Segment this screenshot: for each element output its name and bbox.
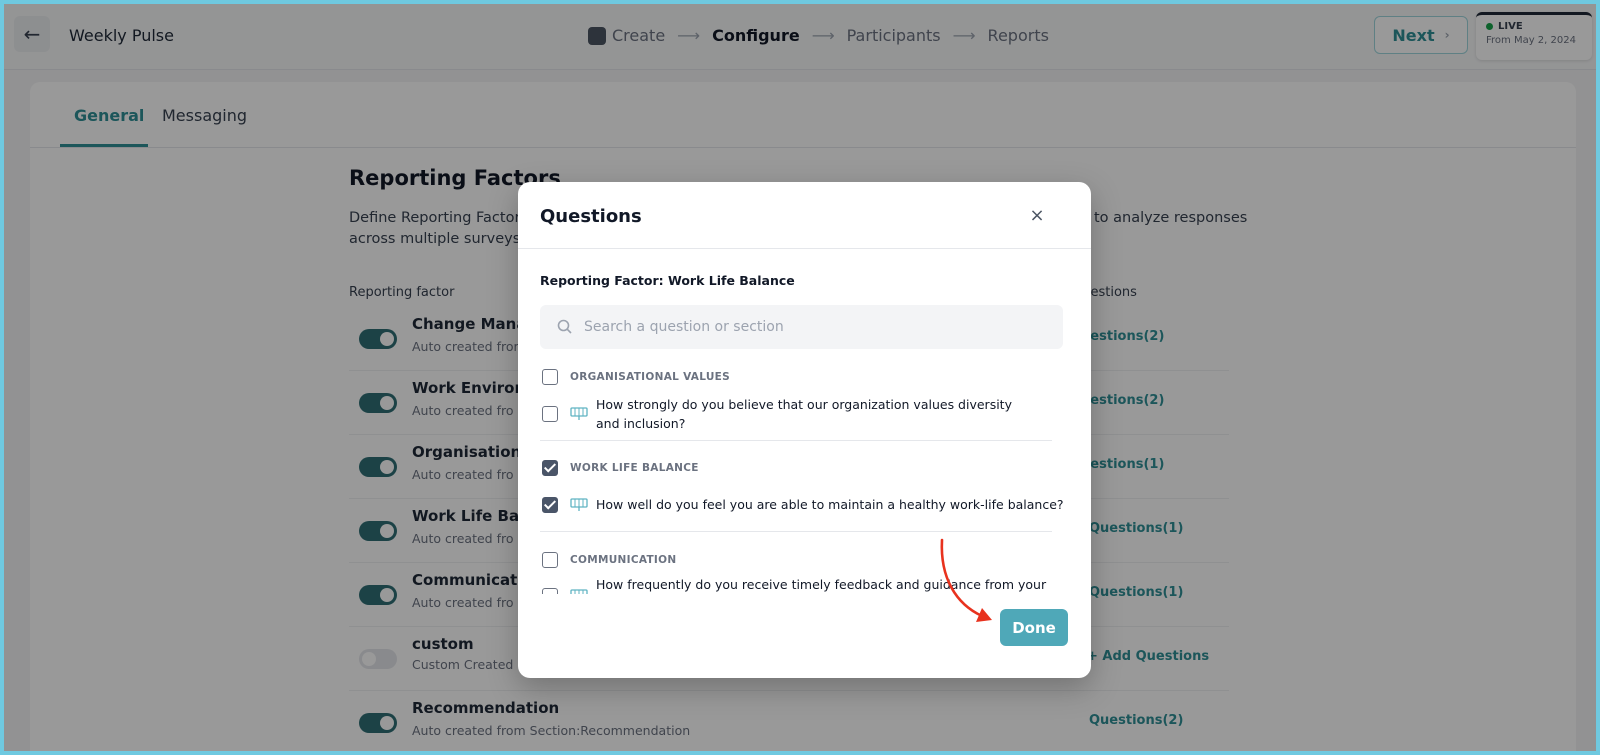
question-search [540, 305, 1063, 349]
question-text: How well do you feel you are able to mai… [596, 497, 1063, 512]
search-icon [557, 319, 572, 334]
rating-scale-icon [570, 589, 588, 594]
question-checkbox[interactable] [542, 588, 558, 594]
search-input[interactable] [584, 319, 1044, 335]
question-checkbox[interactable] [542, 406, 558, 422]
modal-header: Questions × [518, 182, 1091, 249]
question-text: How strongly do you believe that our org… [596, 397, 1012, 431]
done-label: Done [1012, 618, 1056, 637]
close-button[interactable]: × [1026, 204, 1048, 226]
section-label: ORGANISATIONAL VALUES [570, 371, 730, 383]
section-checkbox[interactable] [542, 552, 558, 568]
rating-scale-icon [570, 498, 588, 511]
divider [540, 440, 1052, 441]
questions-modal: Questions × Reporting Factor: Work Life … [518, 182, 1091, 678]
section-checkbox[interactable] [542, 460, 558, 476]
reporting-factor-label: Reporting Factor: Work Life Balance [540, 273, 795, 288]
divider [540, 531, 1052, 532]
done-button[interactable]: Done [1000, 609, 1068, 646]
section-label: WORK LIFE BALANCE [570, 462, 699, 474]
question-checkbox[interactable] [542, 497, 558, 513]
app-frame: ← Weekly Pulse Create ⟶ Configure ⟶ Part… [4, 4, 1596, 751]
section-checkbox[interactable] [542, 369, 558, 385]
section-label: COMMUNICATION [570, 554, 677, 566]
close-icon: × [1029, 204, 1045, 226]
rating-scale-icon [570, 407, 588, 420]
annotation-arrow-icon [940, 538, 992, 622]
modal-title: Questions [540, 206, 642, 227]
